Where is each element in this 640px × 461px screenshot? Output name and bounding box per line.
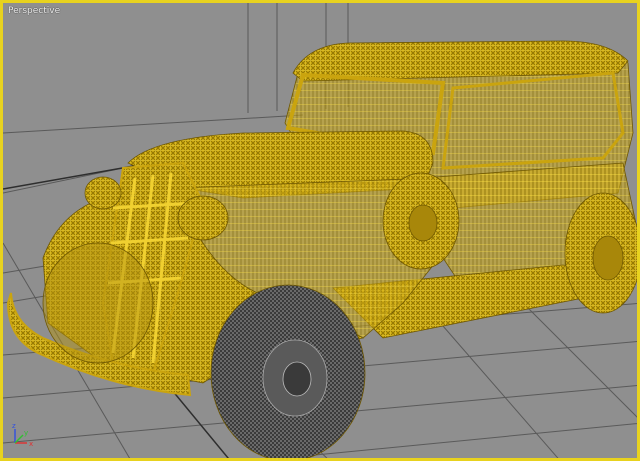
left-headlight[interactable]	[84, 176, 122, 210]
perspective-viewport[interactable]: Perspective x z y	[0, 0, 640, 461]
rear-wheel-hub	[592, 235, 624, 281]
viewport-label[interactable]: Perspective	[8, 6, 60, 16]
gizmo-x-label: x	[29, 440, 33, 448]
front-wheel-cap	[282, 361, 312, 397]
axis-gizmo: x z y	[12, 422, 33, 448]
scene-canvas[interactable]	[3, 3, 640, 461]
gizmo-y-label: y	[24, 429, 28, 437]
gizmo-z-label: z	[12, 422, 16, 430]
far-front-wheel	[42, 242, 154, 364]
right-headlight[interactable]	[177, 195, 229, 241]
spare-tire-hub	[408, 204, 438, 242]
